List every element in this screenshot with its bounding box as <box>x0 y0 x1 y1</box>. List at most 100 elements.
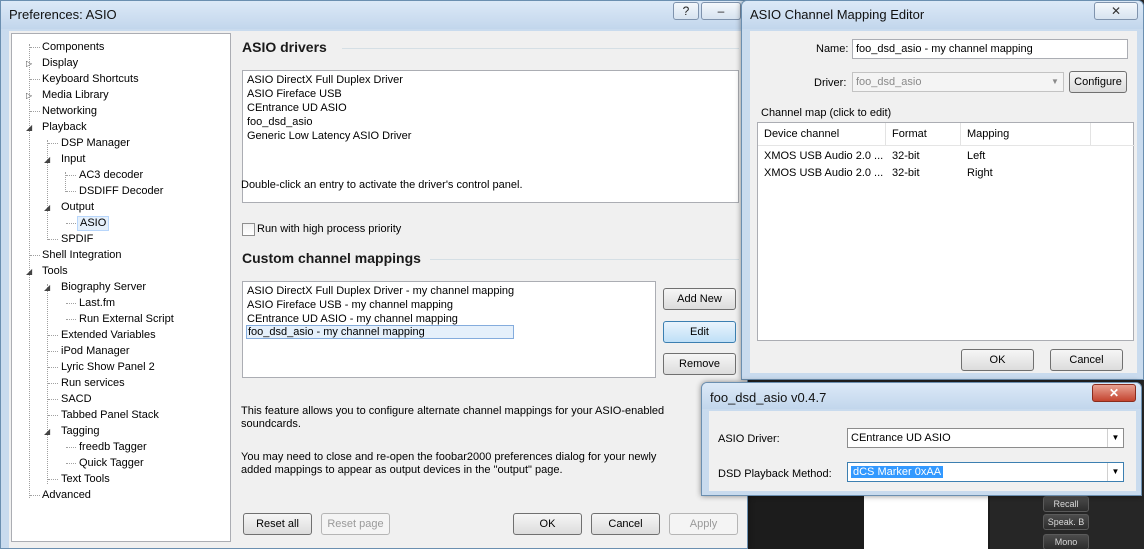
mapping-editor-window: ASIO Channel Mapping Editor ✕ Name: foo_… <box>741 0 1144 380</box>
driver-list-item[interactable]: ASIO Fireface USB <box>246 87 343 101</box>
tree-item-tabbed-panel-stack[interactable]: Tabbed Panel Stack <box>59 408 161 423</box>
column-header-mapping[interactable]: Mapping <box>961 123 1091 145</box>
tree-item-text-tools[interactable]: Text Tools <box>59 472 112 487</box>
tree-item-tagging[interactable]: Tagging <box>59 424 102 439</box>
close-icon[interactable]: ✕ <box>1092 384 1136 402</box>
expand-icon[interactable]: ▷ <box>26 56 32 71</box>
cell-format[interactable]: 32-bit <box>892 150 920 162</box>
tree-item-advanced[interactable]: Advanced <box>40 488 93 503</box>
background-speak-b-button[interactable]: Speak. B <box>1043 514 1089 530</box>
tree-item-spdif[interactable]: SPDIF <box>59 232 95 247</box>
dsd-method-select[interactable]: dCS Marker 0xAA ▼ <box>847 462 1124 482</box>
close-icon[interactable]: ✕ <box>1094 2 1138 20</box>
editor-ok-button[interactable]: OK <box>961 349 1034 371</box>
tree-item-output[interactable]: Output <box>59 200 96 215</box>
minimize-button[interactable]: – <box>701 2 741 20</box>
configure-button[interactable]: Configure <box>1069 71 1127 93</box>
tree-item-extended-variables[interactable]: Extended Variables <box>59 328 158 343</box>
cell-device-channel[interactable]: XMOS USB Audio 2.0 ... <box>764 150 883 162</box>
high-priority-label[interactable]: Run with high process priority <box>257 223 401 235</box>
help-button[interactable]: ? <box>673 2 699 20</box>
chevron-down-icon: ▼ <box>1107 429 1123 447</box>
tree-connector <box>48 367 58 368</box>
asio-driver-select[interactable]: CEntrance UD ASIO ▼ <box>847 428 1124 448</box>
channel-map-table[interactable]: Device channel Format Mapping XMOS USB A… <box>757 122 1135 341</box>
cell-device-channel[interactable]: XMOS USB Audio 2.0 ... <box>764 167 883 179</box>
mapping-list-item[interactable]: ASIO DirectX Full Duplex Driver - my cha… <box>246 284 515 298</box>
edit-button[interactable]: Edit <box>663 321 736 343</box>
tree-item-run-external-script[interactable]: Run External Script <box>77 312 176 327</box>
tree-item-media-library[interactable]: Media Library <box>40 88 111 103</box>
cell-mapping[interactable]: Left <box>967 150 985 162</box>
tree-item-run-services[interactable]: Run services <box>59 376 127 391</box>
tree-item-tools[interactable]: Tools <box>40 264 70 279</box>
info-text-2: added mappings to appear as output devic… <box>241 464 563 476</box>
collapse-icon[interactable]: ◢ <box>44 152 50 167</box>
tree-guide <box>47 284 48 484</box>
mapping-list-item[interactable]: ASIO Fireface USB - my channel mapping <box>246 298 454 312</box>
tree-item-dsp-manager[interactable]: DSP Manager <box>59 136 132 151</box>
add-new-button[interactable]: Add New <box>663 288 736 310</box>
channel-mappings-list[interactable]: ASIO DirectX Full Duplex Driver - my cha… <box>242 281 656 378</box>
collapse-icon[interactable]: ◢ <box>44 280 50 295</box>
driver-select[interactable]: foo_dsd_asio ▼ <box>852 72 1064 92</box>
collapse-icon[interactable]: ◢ <box>26 264 32 279</box>
tree-item-lyric-show-panel[interactable]: Lyric Show Panel 2 <box>59 360 157 375</box>
tree-item-freedb-tagger[interactable]: freedb Tagger <box>77 440 149 455</box>
tree-connector <box>30 111 40 112</box>
tree-item-asio[interactable]: ASIO <box>77 216 110 231</box>
tree-item-quick-tagger[interactable]: Quick Tagger <box>77 456 146 471</box>
tree-item-display[interactable]: Display <box>40 56 80 71</box>
remove-button[interactable]: Remove <box>663 353 736 375</box>
tree-item-sacd[interactable]: SACD <box>59 392 94 407</box>
background-mono-button[interactable]: Mono <box>1043 534 1089 549</box>
asio-driver-label: ASIO Driver: <box>718 433 780 445</box>
driver-list-item[interactable]: foo_dsd_asio <box>246 115 313 129</box>
cell-format[interactable]: 32-bit <box>892 167 920 179</box>
tree-item-components[interactable]: Components <box>40 40 106 55</box>
column-header-format[interactable]: Format <box>886 123 961 145</box>
header-divider <box>758 145 1135 146</box>
reset-page-button[interactable]: Reset page <box>321 513 390 535</box>
tree-connector <box>66 191 76 192</box>
mapping-list-item-selected[interactable]: foo_dsd_asio - my channel mapping <box>246 325 514 339</box>
preferences-tree[interactable]: Components ▷ Display Keyboard Shortcuts … <box>11 33 231 542</box>
editor-cancel-button[interactable]: Cancel <box>1050 349 1123 371</box>
tree-item-shell-integration[interactable]: Shell Integration <box>40 248 124 263</box>
tree-connector <box>66 447 76 448</box>
cell-mapping[interactable]: Right <box>967 167 993 179</box>
collapse-icon[interactable]: ◢ <box>44 424 50 439</box>
name-input[interactable]: foo_dsd_asio - my channel mapping <box>852 39 1128 59</box>
driver-select-value: foo_dsd_asio <box>856 76 922 88</box>
preferences-titlebar[interactable]: Preferences: ASIO ? – <box>1 1 747 29</box>
background-recall-button[interactable]: Recall <box>1043 496 1089 512</box>
tree-connector <box>48 239 58 240</box>
high-priority-checkbox[interactable] <box>242 223 255 236</box>
tree-item-last-fm[interactable]: Last.fm <box>77 296 117 311</box>
tree-item-dsdiff-decoder[interactable]: DSDIFF Decoder <box>77 184 165 199</box>
ok-button[interactable]: OK <box>513 513 582 535</box>
tree-item-keyboard-shortcuts[interactable]: Keyboard Shortcuts <box>40 72 141 87</box>
tree-connector <box>66 319 76 320</box>
tree-connector <box>66 463 76 464</box>
mapping-list-item[interactable]: CEntrance UD ASIO - my channel mapping <box>246 312 459 326</box>
reset-all-button[interactable]: Reset all <box>243 513 312 535</box>
cancel-button[interactable]: Cancel <box>591 513 660 535</box>
driver-list-item[interactable]: CEntrance UD ASIO <box>246 101 348 115</box>
collapse-icon[interactable]: ◢ <box>26 120 32 135</box>
mapping-editor-titlebar[interactable]: ASIO Channel Mapping Editor ✕ <box>742 1 1143 29</box>
expand-icon[interactable]: ▷ <box>26 88 32 103</box>
dsd-asio-titlebar[interactable]: foo_dsd_asio v0.4.7 ✕ <box>702 383 1141 409</box>
driver-list-item[interactable]: ASIO DirectX Full Duplex Driver <box>246 73 404 87</box>
column-header-device-channel[interactable]: Device channel <box>758 123 886 145</box>
background-white-area <box>864 495 988 549</box>
tree-item-input[interactable]: Input <box>59 152 87 167</box>
tree-item-biography-server[interactable]: Biography Server <box>59 280 148 295</box>
tree-item-ipod-manager[interactable]: iPod Manager <box>59 344 132 359</box>
tree-item-networking[interactable]: Networking <box>40 104 99 119</box>
tree-item-playback[interactable]: Playback <box>40 120 89 135</box>
tree-item-ac3-decoder[interactable]: AC3 decoder <box>77 168 145 183</box>
collapse-icon[interactable]: ◢ <box>44 200 50 215</box>
apply-button[interactable]: Apply <box>669 513 738 535</box>
driver-list-item[interactable]: Generic Low Latency ASIO Driver <box>246 129 412 143</box>
